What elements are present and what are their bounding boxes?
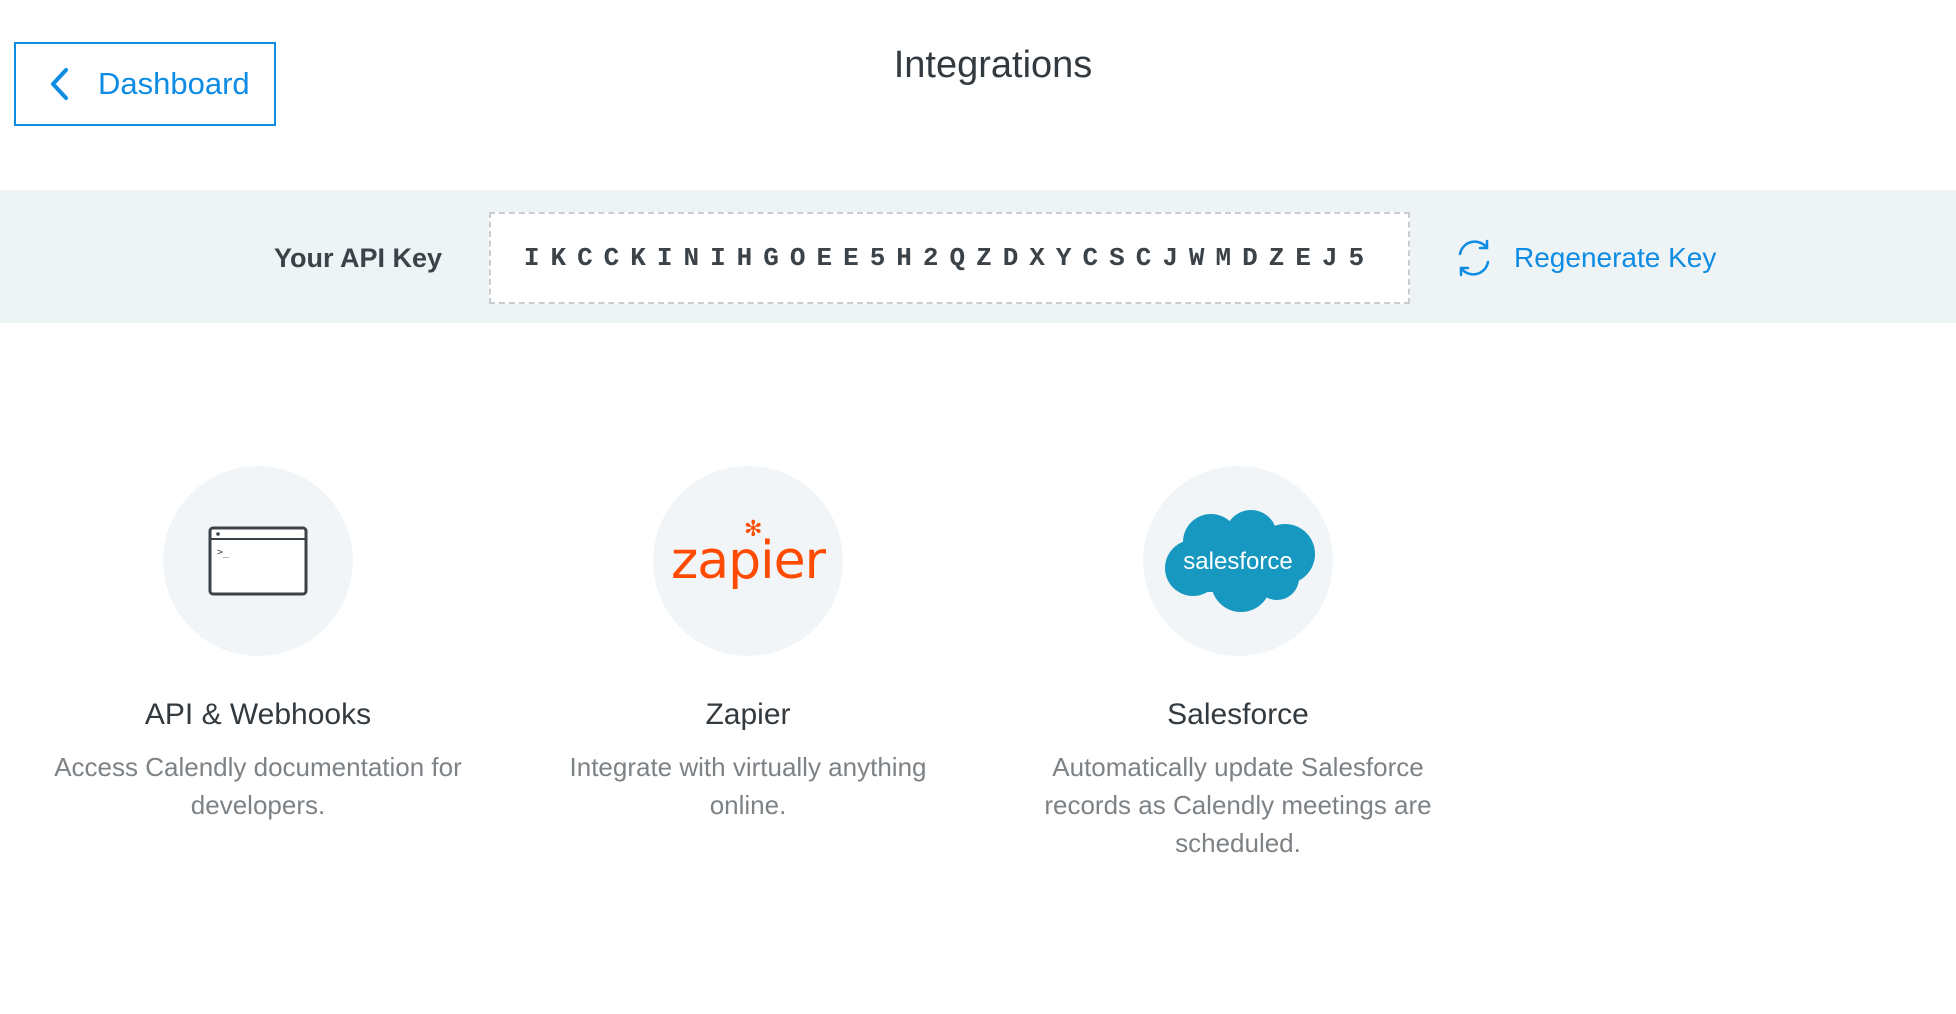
svg-text:>_: >_ <box>217 547 230 558</box>
regenerate-key-label: Regenerate Key <box>1514 242 1717 273</box>
integrations-page: Dashboard Integrations Your API Key IKCC… <box>0 0 1956 1014</box>
refresh-icon <box>1458 239 1490 277</box>
regenerate-key-button[interactable]: Regenerate Key <box>1452 236 1716 280</box>
page-title: Integrations <box>893 44 1093 86</box>
integration-description: Automatically update Salesforce records … <box>1044 752 1432 858</box>
salesforce-logo-text: salesforce <box>1183 548 1292 575</box>
zapier-asterisk-icon: ✻ <box>744 517 762 542</box>
api-key-label: Your API Key <box>274 243 443 273</box>
integration-description: Integrate with virtually anything online… <box>569 752 927 820</box>
integration-description: Access Calendly documentation for develo… <box>54 752 462 820</box>
integration-card-zapier[interactable]: zapier ✻ Zapier Integrate with virtually… <box>538 466 958 824</box>
integration-name[interactable]: Zapier <box>538 698 958 732</box>
api-webhooks-icon-circle[interactable]: >_ <box>163 466 353 656</box>
terminal-window-icon: >_ <box>208 526 308 596</box>
salesforce-icon-circle[interactable]: salesforce <box>1143 466 1333 656</box>
integration-name[interactable]: API & Webhooks <box>48 698 468 732</box>
api-key-field[interactable]: IKCCKINIHGOEE5H2QZDXYCSCJWMDZEJ5 <box>489 212 1410 304</box>
integration-name[interactable]: Salesforce <box>1028 698 1448 732</box>
integration-card-api-webhooks[interactable]: >_ API & Webhooks Access Calendly docume… <box>48 466 468 824</box>
integration-card-salesforce[interactable]: salesforce Salesforce Automatically upda… <box>1028 466 1448 862</box>
zapier-icon-circle[interactable]: zapier ✻ <box>653 466 843 656</box>
zapier-logo: zapier ✻ <box>671 517 826 591</box>
api-key-value[interactable]: IKCCKINIHGOEE5H2QZDXYCSCJWMDZEJ5 <box>524 243 1375 273</box>
salesforce-logo: salesforce <box>1165 510 1315 612</box>
